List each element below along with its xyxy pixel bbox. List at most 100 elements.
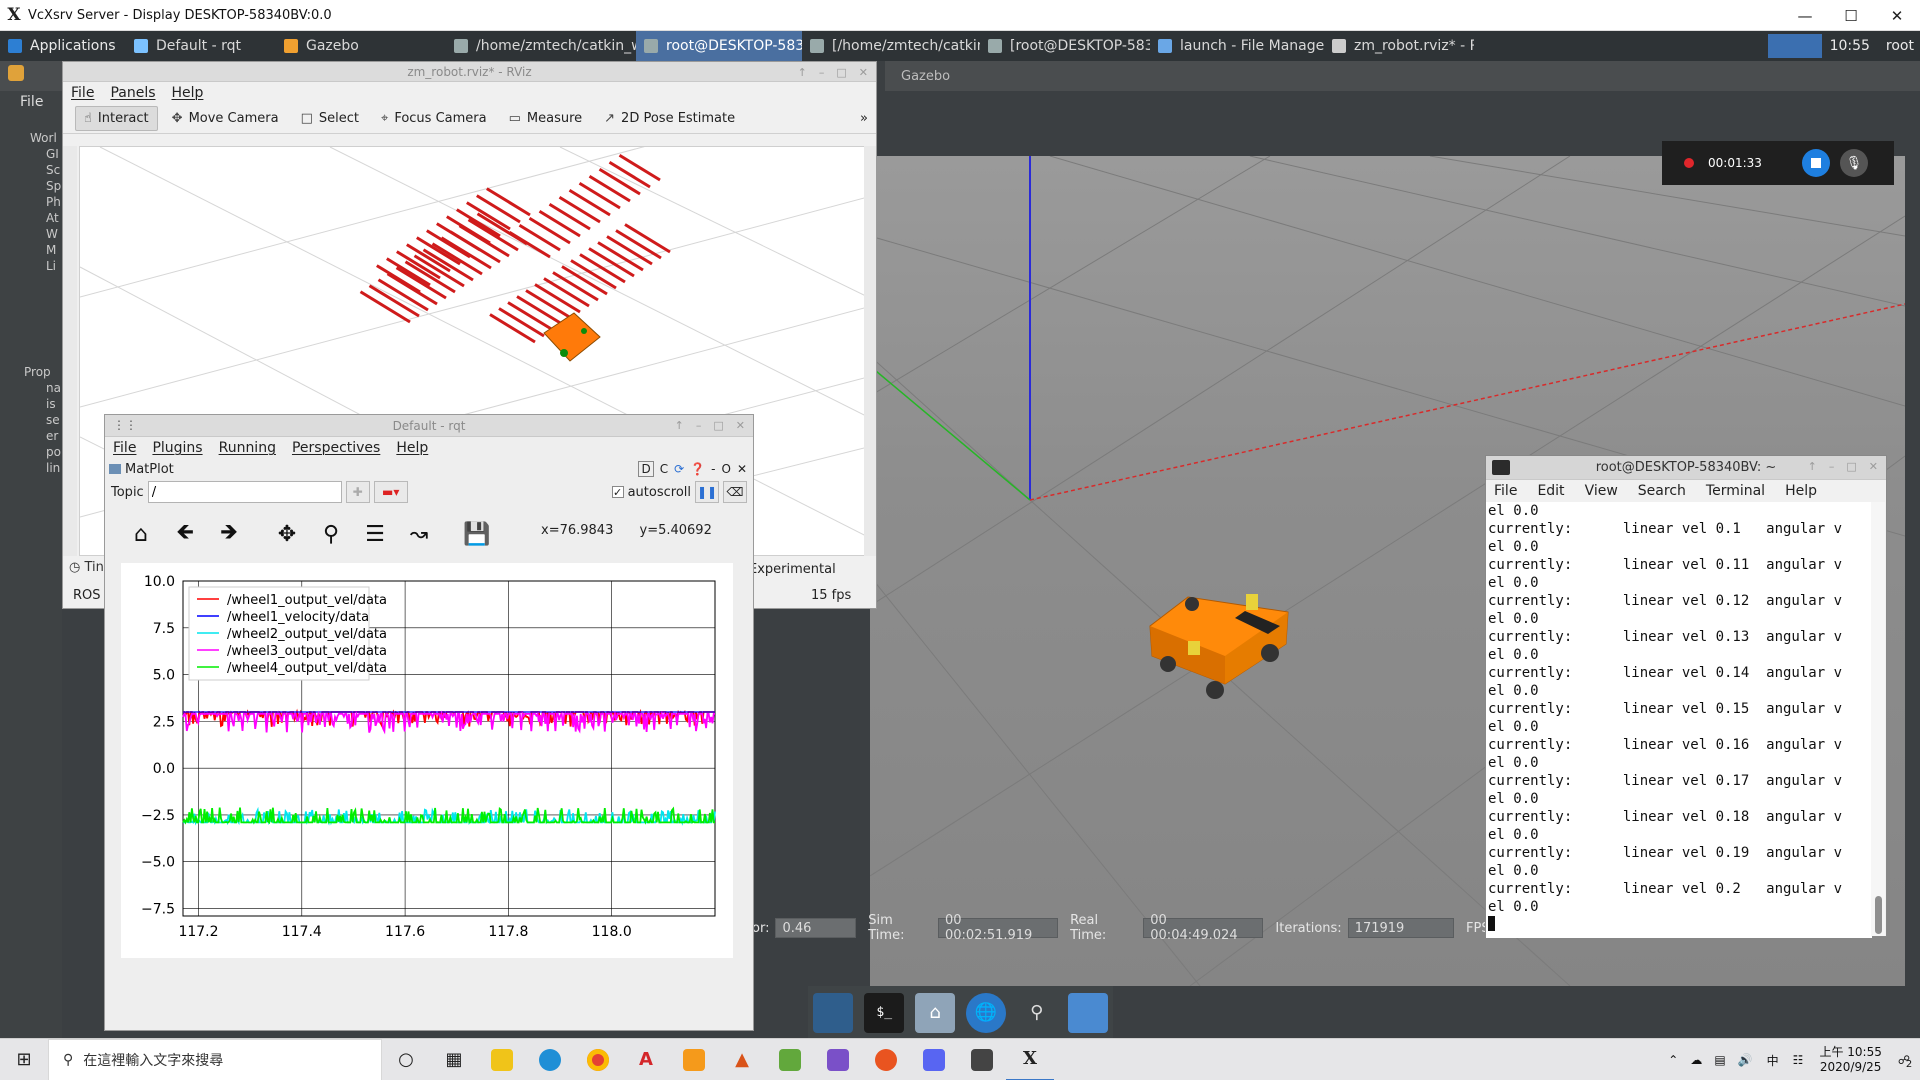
windows-clock[interactable]: 上午 10:55 2020/9/25 — [1819, 1045, 1881, 1075]
panel-user[interactable]: root — [1878, 31, 1920, 61]
pan-icon[interactable]: ✥ — [273, 522, 301, 547]
zoom-icon[interactable]: ⚲ — [317, 522, 345, 547]
cortana-icon[interactable]: ○ — [382, 1039, 430, 1080]
gazebo-tree-item[interactable]: se — [0, 413, 62, 429]
home-icon[interactable]: ⌂ — [127, 522, 155, 547]
topic-input[interactable] — [147, 481, 342, 503]
rqt-titlebar[interactable]: ⋮⋮ Default - rqt ↑ – □ ✕ — [105, 415, 753, 437]
search-icon[interactable]: ⚲ — [1017, 993, 1057, 1033]
maximize-button[interactable]: ☐ — [1828, 0, 1874, 31]
terminal-menu-item[interactable]: Edit — [1537, 483, 1564, 499]
taskbar-task[interactable]: Gazebo — [276, 31, 446, 61]
rviz-close-button[interactable]: ✕ — [859, 66, 868, 79]
rviz-robot[interactable] — [543, 312, 601, 362]
taskbar-task[interactable]: [/home/zmtech/catkin_... — [802, 31, 980, 61]
taskbar-task[interactable]: Default - rqt — [126, 31, 276, 61]
taskbar-task[interactable]: root@DESKTOP-58340B... — [636, 31, 802, 61]
gazebo-tree-item[interactable]: na — [0, 381, 62, 397]
rviz-up-icon[interactable]: ↑ — [798, 66, 807, 79]
visual-studio-icon[interactable] — [814, 1039, 862, 1080]
network-icon[interactable]: ▤ — [1714, 1053, 1725, 1067]
rviz-tool-select[interactable]: □ Select — [293, 107, 367, 130]
terminal-output[interactable]: el 0.0 currently: linear vel 0.1 angular … — [1486, 502, 1872, 938]
terminal-menu-item[interactable]: Search — [1638, 483, 1686, 499]
dock-close-icon[interactable]: ✕ — [737, 462, 747, 476]
chrome-icon[interactable] — [574, 1039, 622, 1080]
file-manager-icon[interactable] — [1067, 992, 1108, 1033]
matlab-icon[interactable]: ▲ — [718, 1039, 766, 1080]
dock-c-button[interactable]: C — [660, 462, 668, 476]
ubuntu-icon[interactable] — [862, 1039, 910, 1080]
terminal-titlebar[interactable]: root@DESKTOP-58340BV: ~ ↑ – □ ✕ — [1486, 456, 1886, 480]
windows-search-box[interactable]: ⚲ 在這裡輸入文字來搜尋 — [48, 1038, 382, 1080]
forward-arrow-icon[interactable]: 🡺 — [215, 515, 243, 553]
vcxsrv-taskbar-icon[interactable]: X — [1006, 1039, 1054, 1080]
rqt-up-icon[interactable]: ↑ — [675, 419, 684, 432]
rqt-close-button[interactable]: ✕ — [736, 419, 745, 432]
gazebo-tree-item[interactable]: Sc — [0, 163, 62, 179]
gazebo-tree-item[interactable]: is — [0, 397, 62, 413]
autoscroll-checkbox[interactable]: ✓ — [611, 486, 624, 498]
terminal-menu-item[interactable]: Terminal — [1706, 483, 1765, 499]
ide-icon[interactable] — [670, 1039, 718, 1080]
gazebo-tree-item[interactable]: Ph — [0, 195, 62, 211]
rviz-minimize-button[interactable]: – — [819, 66, 825, 79]
terminal-menu-item[interactable]: Help — [1785, 483, 1817, 499]
discord-icon[interactable] — [910, 1039, 958, 1080]
rqt-menu-item[interactable]: File — [113, 440, 136, 456]
rqt-menu-item[interactable]: Perspectives — [292, 440, 380, 456]
dock-d-button[interactable]: D — [638, 461, 654, 477]
dock-float-button[interactable]: O — [721, 462, 730, 476]
terminal-menu-item[interactable]: File — [1494, 483, 1517, 499]
taskbar-task[interactable]: /home/zmtech/catkin_w... — [446, 31, 636, 61]
gazebo-tree-item[interactable]: At — [0, 211, 62, 227]
applications-menu[interactable]: Applications — [0, 31, 126, 61]
back-arrow-icon[interactable]: 🡸 — [171, 515, 199, 553]
show-desktop-icon[interactable] — [813, 992, 854, 1033]
taskbar-task[interactable]: launch - File Manager — [1150, 31, 1324, 61]
gazebo-tree-item[interactable]: Li — [0, 259, 62, 275]
volume-icon[interactable]: 🔊 — [1738, 1053, 1753, 1067]
taskbar-task[interactable]: zm_robot.rviz* - RViz — [1324, 31, 1474, 61]
rqt-menu-item[interactable]: Plugins — [152, 440, 202, 456]
gazebo-tree-item[interactable]: M — [0, 243, 62, 259]
file-explorer-icon[interactable] — [478, 1039, 526, 1080]
configure-subplots-icon[interactable]: ☰ — [361, 522, 389, 547]
rviz-tool-move-camera[interactable]: ✥ Move Camera — [164, 107, 287, 130]
terminal-scrollbar[interactable] — [1871, 502, 1885, 936]
workspace-switcher[interactable] — [1767, 34, 1822, 58]
rqt-maximize-button[interactable]: □ — [713, 419, 723, 432]
mic-muted-button[interactable]: 🎙 — [1839, 149, 1868, 177]
terminal-menu-item[interactable]: View — [1585, 483, 1618, 499]
stop-recording-button[interactable] — [1801, 149, 1830, 177]
rqt-menu-item[interactable]: Help — [396, 440, 428, 456]
save-figure-icon[interactable]: 💾 — [463, 522, 491, 547]
terminal-scroll-thumb[interactable] — [1875, 896, 1882, 934]
rqt-menu-item[interactable]: Running — [219, 440, 276, 456]
rviz-tool-measure[interactable]: ▭ Measure — [501, 107, 591, 130]
close-button[interactable]: ✕ — [1874, 0, 1920, 31]
rviz-toolbar-more[interactable]: » — [860, 111, 868, 126]
tray-cloud-icon[interactable]: ☁ — [1690, 1053, 1702, 1067]
gazebo-tree-item[interactable]: Prop — [0, 365, 62, 381]
rviz-maximize-button[interactable]: □ — [836, 66, 846, 79]
clear-button[interactable]: ⌫ — [723, 481, 747, 503]
gazebo-tree-item[interactable]: er — [0, 429, 62, 445]
gazebo-tree-item[interactable]: Worl — [0, 131, 62, 147]
task-view-icon[interactable]: ▦ — [430, 1039, 478, 1080]
rviz-menu-item[interactable]: File — [71, 85, 94, 101]
gazebo-tree-item[interactable]: po — [0, 445, 62, 461]
terminal-minimize-button[interactable]: – — [1829, 460, 1835, 473]
web-browser-icon[interactable]: 🌐 — [965, 992, 1006, 1033]
gazebo-file-menu[interactable]: File — [20, 94, 43, 110]
rviz-menu-item[interactable]: Panels — [110, 85, 155, 101]
terminal-launcher-icon[interactable]: $_ — [864, 992, 905, 1033]
edge-icon[interactable] — [526, 1039, 574, 1080]
minimize-button[interactable]: — — [1782, 0, 1828, 31]
gazebo-tree-item[interactable]: Sp — [0, 179, 62, 195]
notepad-icon[interactable] — [766, 1039, 814, 1080]
edit-axis-icon[interactable]: ↝ — [405, 522, 433, 547]
gazebo-robot[interactable] — [1149, 594, 1289, 699]
gazebo-tree-item[interactable]: GI — [0, 147, 62, 163]
gazebo-tree-item[interactable]: W — [0, 227, 62, 243]
